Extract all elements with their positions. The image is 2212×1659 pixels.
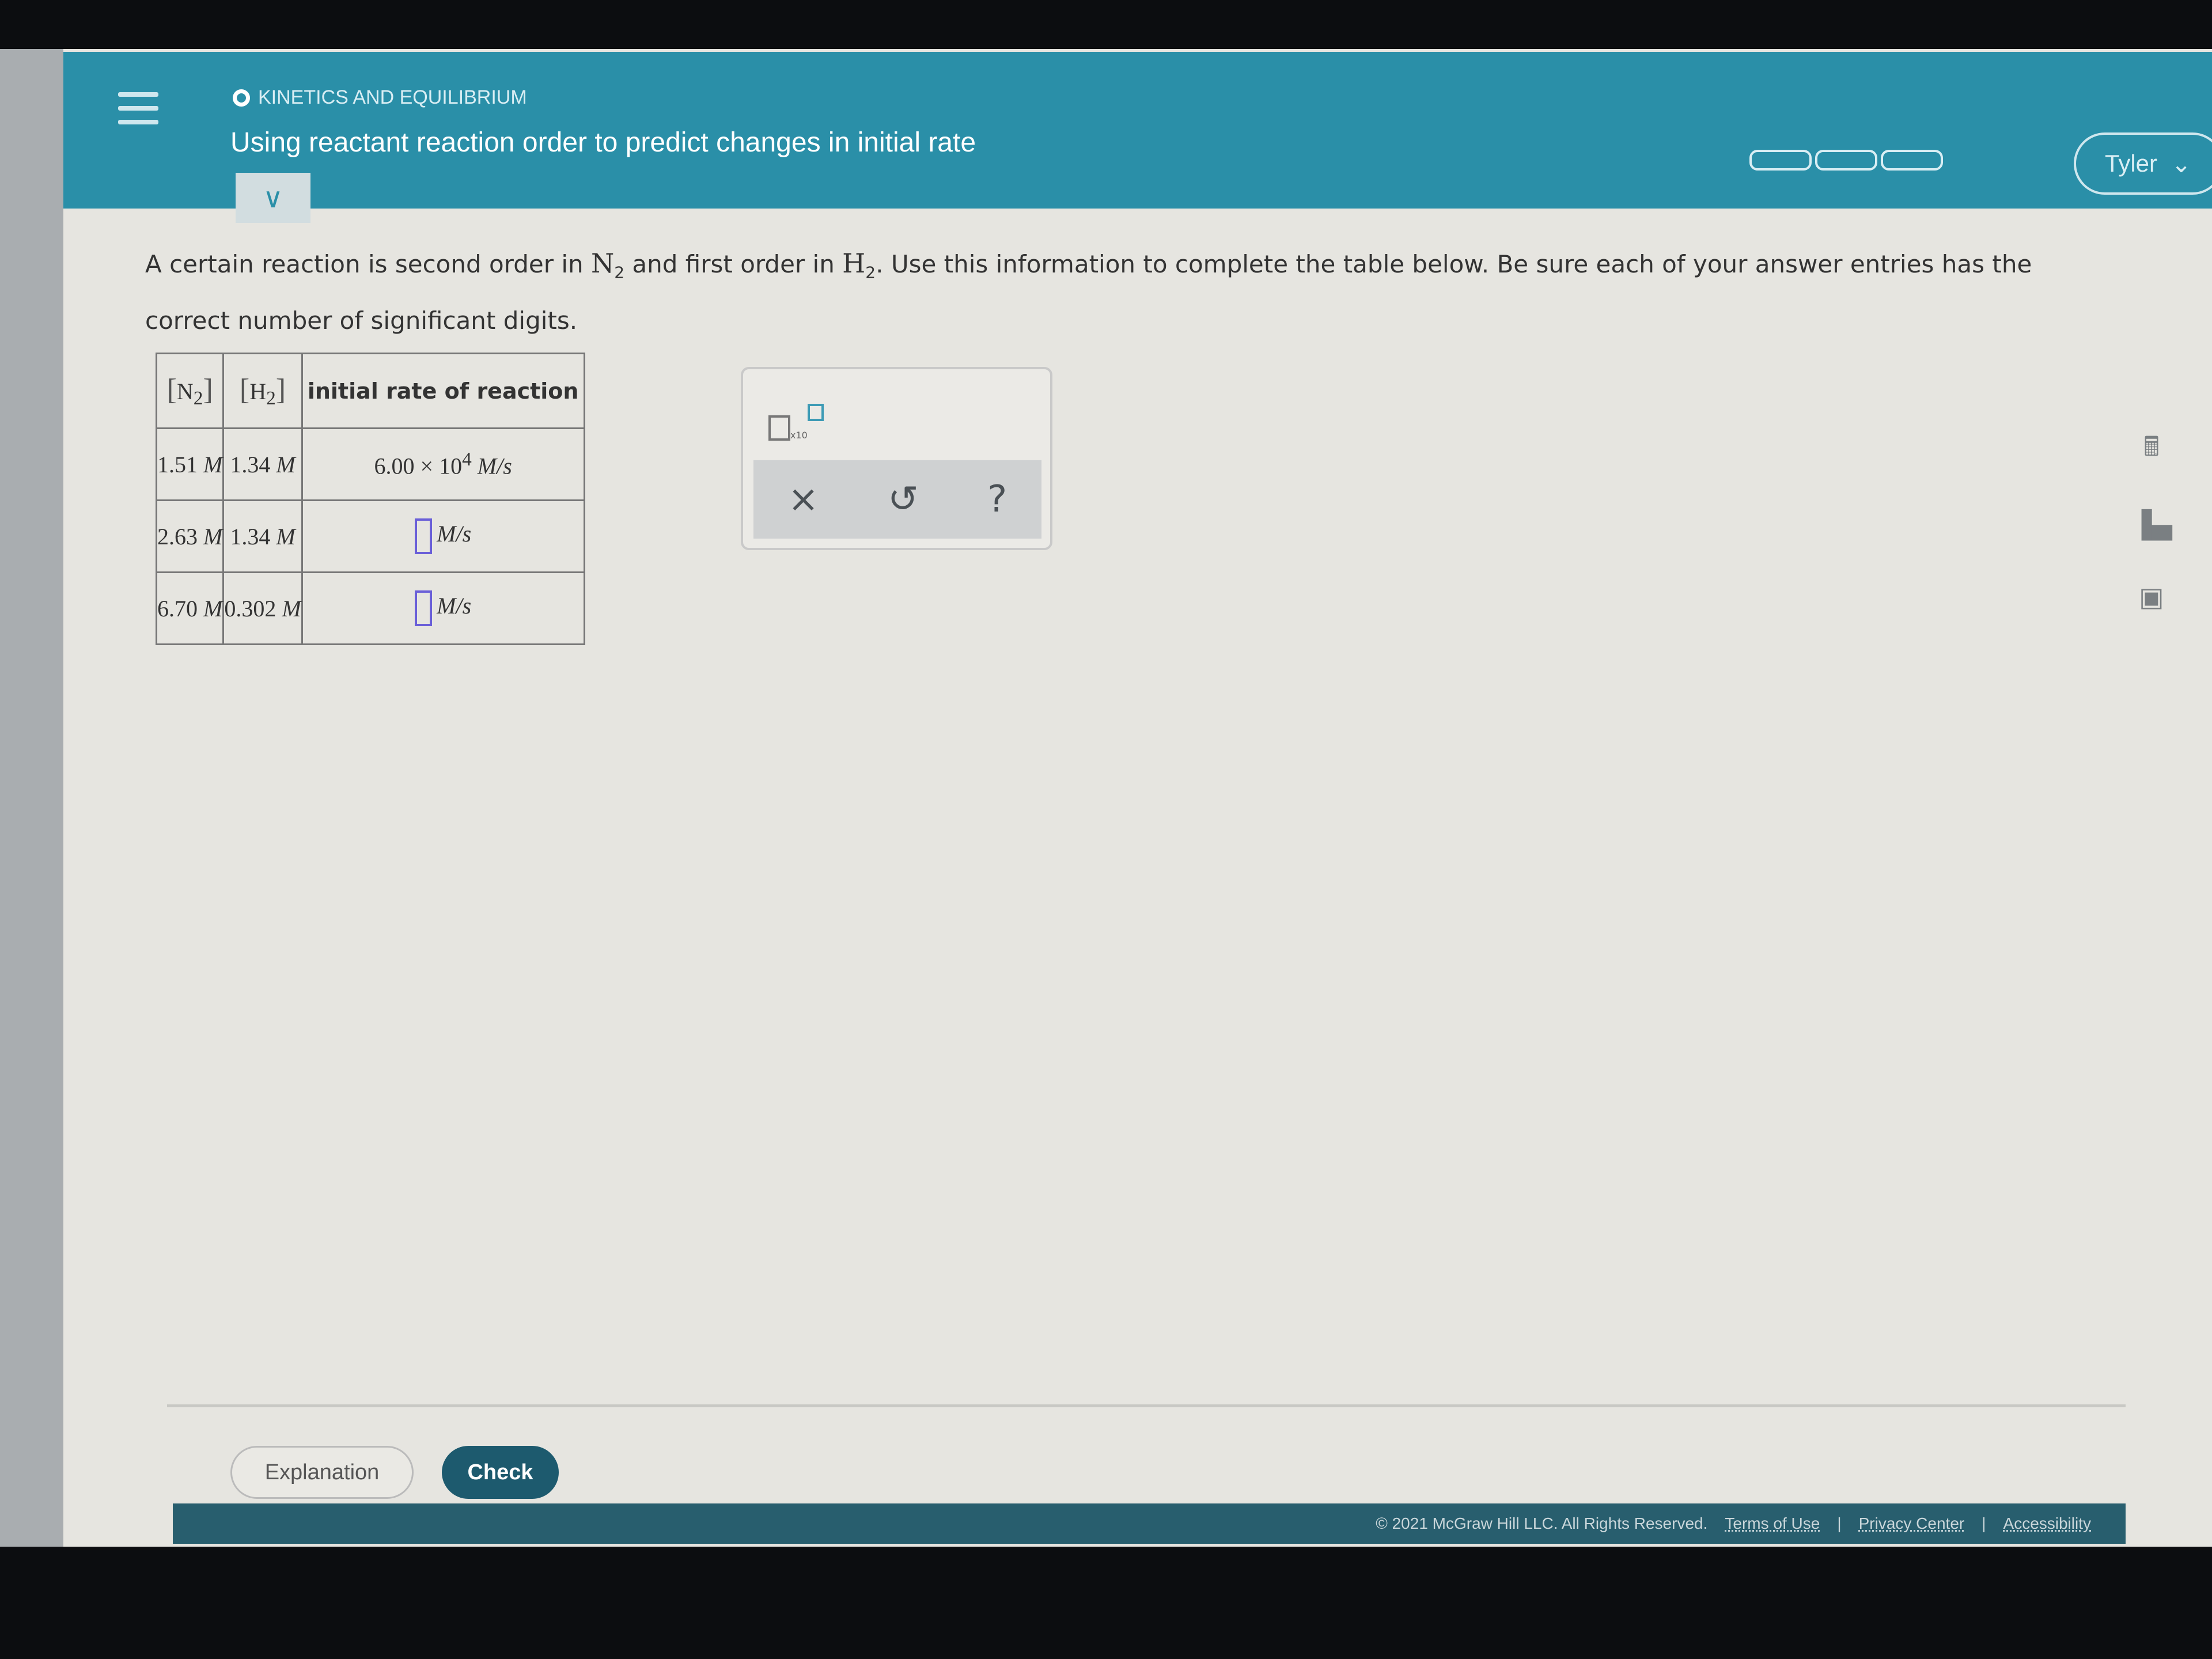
rate-answer-input[interactable] bbox=[415, 590, 433, 626]
table-row: 2.63 M 1.34 M M/s bbox=[155, 499, 585, 573]
expand-chevron-button[interactable]: ∨ bbox=[236, 173, 310, 223]
topic-label: KINETICS AND EQUILIBRIUM bbox=[258, 86, 527, 108]
table-row: 6.70 M 0.302 M M/s bbox=[155, 571, 585, 645]
answer-tools-panel: x10 × ↺ ? bbox=[741, 367, 1052, 550]
page-title: Using reactant reaction order to predict… bbox=[230, 127, 976, 158]
footer: © 2021 McGraw Hill LLC. All Rights Reser… bbox=[173, 1503, 2126, 1544]
h2-cell: 0.302 M bbox=[222, 571, 303, 645]
copyright: © 2021 McGraw Hill LLC. All Rights Reser… bbox=[1376, 1514, 1708, 1532]
n2-cell: 1.51 M bbox=[155, 427, 225, 501]
n2-cell: 6.70 M bbox=[155, 571, 225, 645]
topic-circle-icon bbox=[233, 89, 250, 107]
header: KINETICS AND EQUILIBRIUM Using reactant … bbox=[63, 52, 2212, 209]
h2-cell: 1.34 M bbox=[222, 499, 303, 573]
clear-icon[interactable]: × bbox=[788, 478, 819, 521]
rate-cell: M/s bbox=[301, 499, 585, 573]
explanation-button[interactable]: Explanation bbox=[230, 1446, 414, 1499]
header-n2: [N2] bbox=[155, 353, 225, 429]
privacy-link[interactable]: Privacy Center bbox=[1859, 1514, 1965, 1533]
header-h2: [H2] bbox=[222, 353, 303, 429]
progress-indicator bbox=[1749, 150, 1943, 171]
check-button[interactable]: Check bbox=[442, 1446, 559, 1499]
table-header-row: [N2] [H2] initial rate of reaction bbox=[155, 353, 585, 429]
header-rate: initial rate of reaction bbox=[301, 353, 585, 429]
rate-answer-input[interactable] bbox=[415, 518, 433, 554]
user-menu-button[interactable]: Tyler ⌄ bbox=[2074, 132, 2212, 195]
help-icon[interactable]: ? bbox=[987, 478, 1007, 521]
periodic-table-icon[interactable]: ▣ bbox=[2131, 577, 2172, 617]
table-row: 1.51 M 1.34 M 6.00 × 104 M/s bbox=[155, 427, 585, 501]
screen-edge bbox=[0, 49, 63, 1547]
rate-cell: 6.00 × 104 M/s bbox=[301, 427, 585, 501]
terms-link[interactable]: Terms of Use bbox=[1725, 1514, 1820, 1533]
rate-table: [N2] [H2] initial rate of reaction 1.51 … bbox=[155, 353, 585, 645]
menu-icon[interactable] bbox=[118, 92, 158, 124]
chevron-down-icon: ⌄ bbox=[2171, 150, 2192, 177]
undo-icon[interactable]: ↺ bbox=[888, 478, 919, 521]
topic: KINETICS AND EQUILIBRIUM bbox=[233, 86, 527, 109]
rate-cell: M/s bbox=[301, 571, 585, 645]
chart-icon[interactable]: ▐▄ bbox=[2131, 505, 2172, 545]
scientific-notation-button[interactable]: x10 bbox=[768, 404, 824, 441]
user-name: Tyler bbox=[2105, 150, 2158, 177]
h2-cell: 1.34 M bbox=[222, 427, 303, 501]
divider bbox=[167, 1404, 2126, 1407]
question-text: A certain reaction is second order in N2… bbox=[145, 248, 2032, 335]
calculator-icon[interactable]: 🖩 bbox=[2131, 426, 2172, 467]
n2-cell: 2.63 M bbox=[155, 499, 225, 573]
chevron-down-icon: ∨ bbox=[263, 181, 283, 214]
accessibility-link[interactable]: Accessibility bbox=[2003, 1514, 2091, 1533]
tools-bar: × ↺ ? bbox=[753, 460, 1041, 539]
